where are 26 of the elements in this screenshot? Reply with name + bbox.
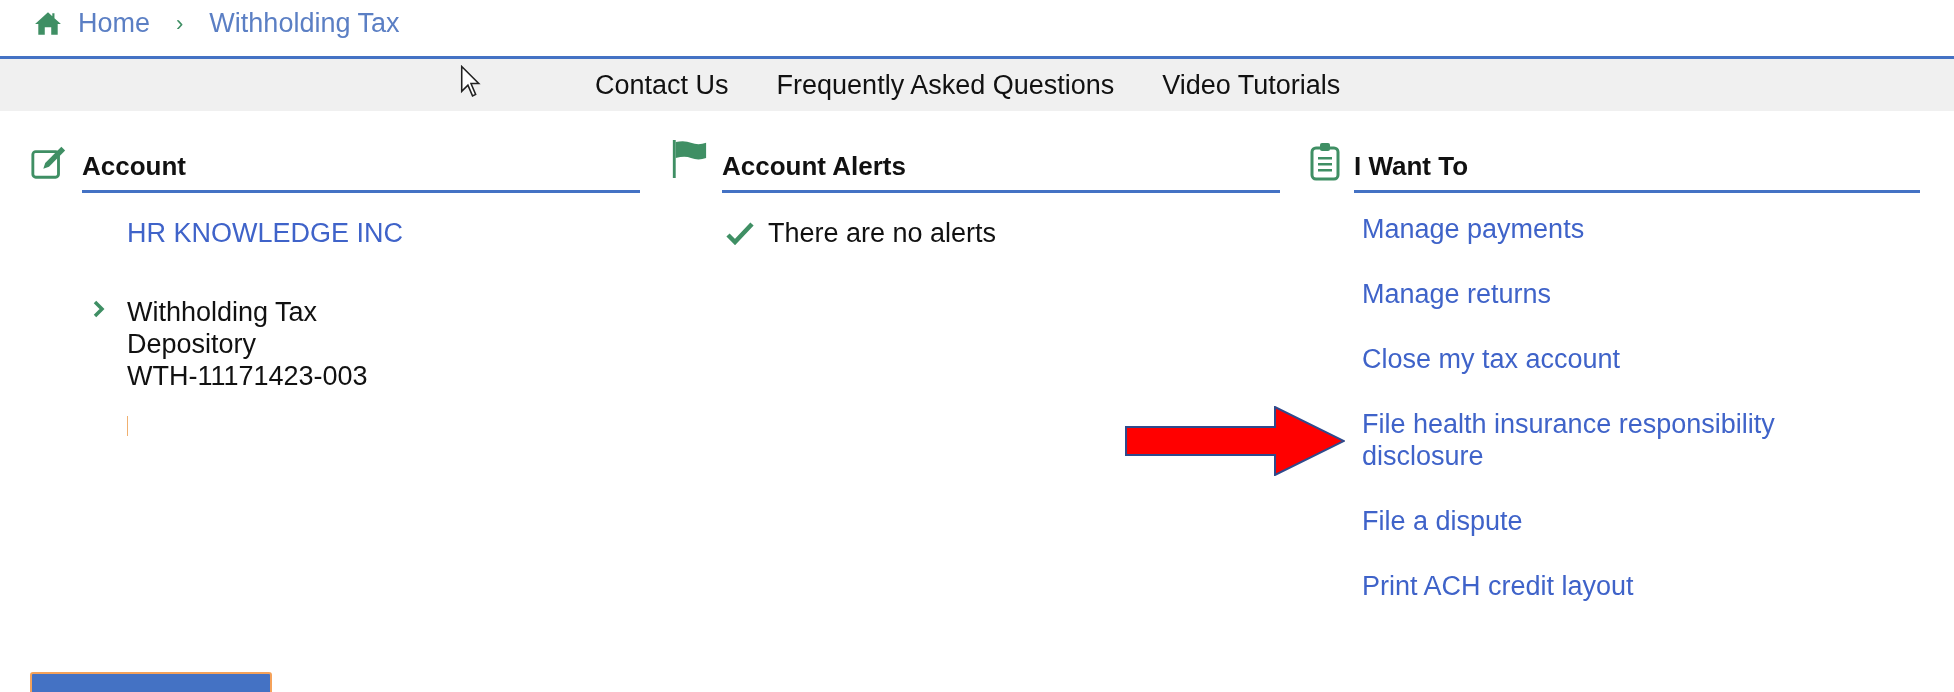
section-heading: Account	[82, 147, 640, 193]
nav-link[interactable]: Video Tutorials	[1162, 64, 1341, 106]
alert-message: There are no alerts	[768, 217, 997, 250]
clipboard-icon	[1310, 141, 1340, 181]
action-link[interactable]: File a dispute	[1362, 505, 1812, 537]
text-caret	[127, 415, 128, 436]
breadcrumb-separator: ›	[175, 9, 185, 38]
action-link[interactable]: File health insurance responsibility disclosure	[1362, 408, 1812, 472]
check-icon	[726, 221, 754, 246]
nav-link[interactable]: Frequently Asked Questions	[776, 64, 1115, 106]
home-icon[interactable]	[34, 10, 62, 36]
flag-icon	[670, 137, 708, 181]
mouse-cursor-icon	[460, 65, 482, 99]
section-heading: I Want To	[1354, 147, 1920, 193]
action-link[interactable]: Print ACH credit layout	[1362, 570, 1812, 602]
arrow-icon	[1125, 406, 1345, 476]
action-link[interactable]: Close my tax account	[1362, 343, 1812, 375]
action-link[interactable]: Manage payments	[1362, 213, 1812, 245]
breadcrumb-link[interactable]: Home	[78, 2, 151, 44]
account-details: Withholding Tax Depository WTH-11171423-003	[127, 295, 369, 392]
chevron-icon	[93, 299, 105, 318]
section-heading: Account Alerts	[722, 147, 1280, 193]
nav-link[interactable]: Contact Us	[595, 64, 729, 106]
breadcrumb-link[interactable]: Withholding Tax	[209, 2, 400, 44]
account-name-link[interactable]: HR KNOWLEDGE INC	[127, 213, 640, 254]
action-link[interactable]: Manage returns	[1362, 278, 1812, 310]
